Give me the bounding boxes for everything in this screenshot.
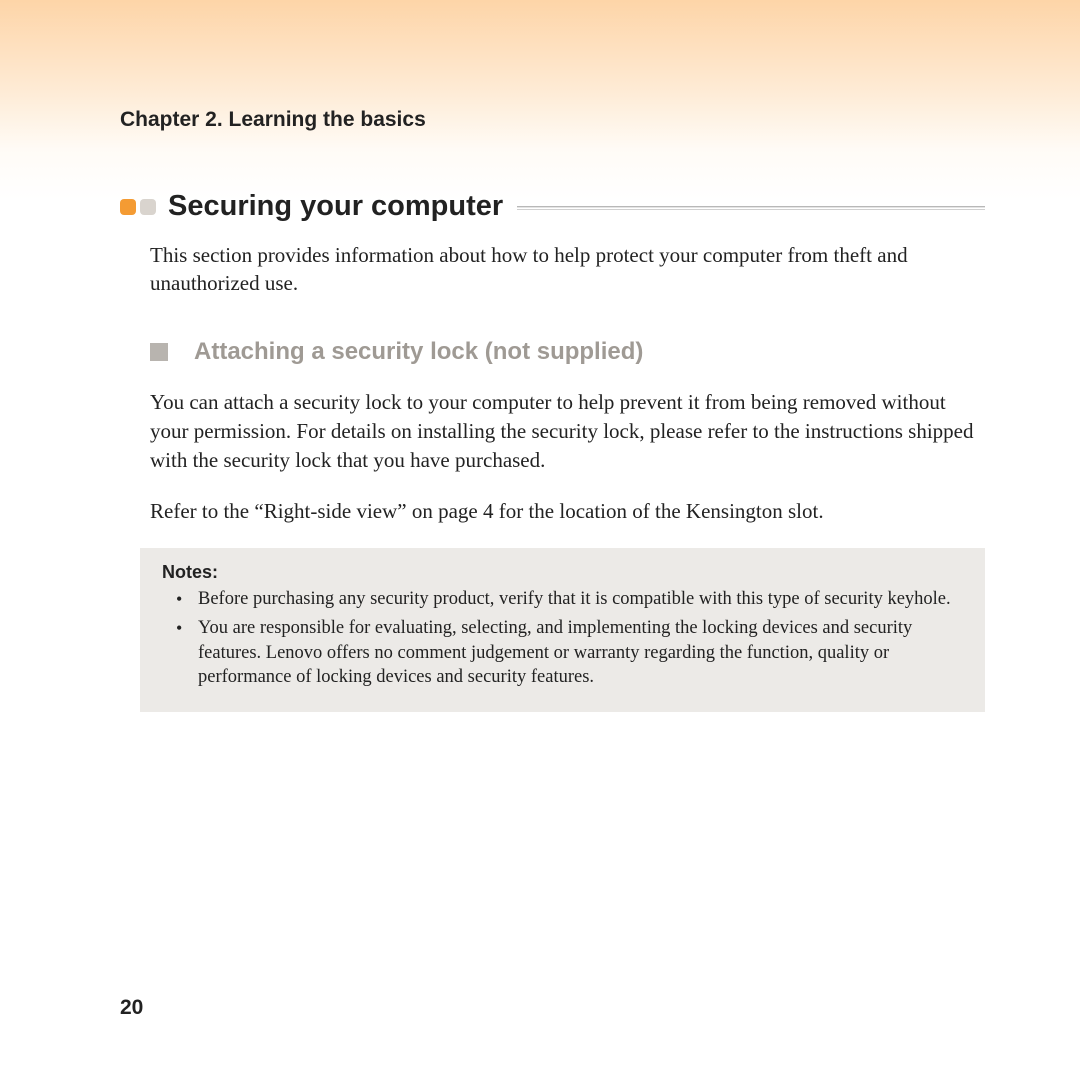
body-paragraph: You can attach a security lock to your c… <box>150 388 985 475</box>
notes-label: Notes: <box>162 562 967 583</box>
bullet-orange-icon <box>120 199 136 215</box>
page-content: Chapter 2. Learning the basics Securing … <box>0 0 1080 1080</box>
subsection-bullet-icon <box>150 343 168 361</box>
section-intro-text: This section provides information about … <box>150 241 985 298</box>
body-paragraph: Refer to the “Right-side view” on page 4… <box>150 497 985 526</box>
notes-box: Notes: Before purchasing any security pr… <box>140 548 985 713</box>
section-title: Securing your computer <box>168 190 503 223</box>
chapter-header: Chapter 2. Learning the basics <box>120 108 985 132</box>
notes-item: You are responsible for evaluating, sele… <box>198 616 967 691</box>
subsection-title: Attaching a security lock (not supplied) <box>194 338 643 366</box>
section-bullets <box>120 199 156 215</box>
section-heading-row: Securing your computer <box>120 190 985 223</box>
page-number: 20 <box>120 996 143 1020</box>
notes-list: Before purchasing any security product, … <box>162 587 967 691</box>
bullet-gray-icon <box>140 199 156 215</box>
notes-item: Before purchasing any security product, … <box>198 587 967 612</box>
subsection-heading-row: Attaching a security lock (not supplied) <box>120 338 985 366</box>
section-divider <box>517 206 985 208</box>
